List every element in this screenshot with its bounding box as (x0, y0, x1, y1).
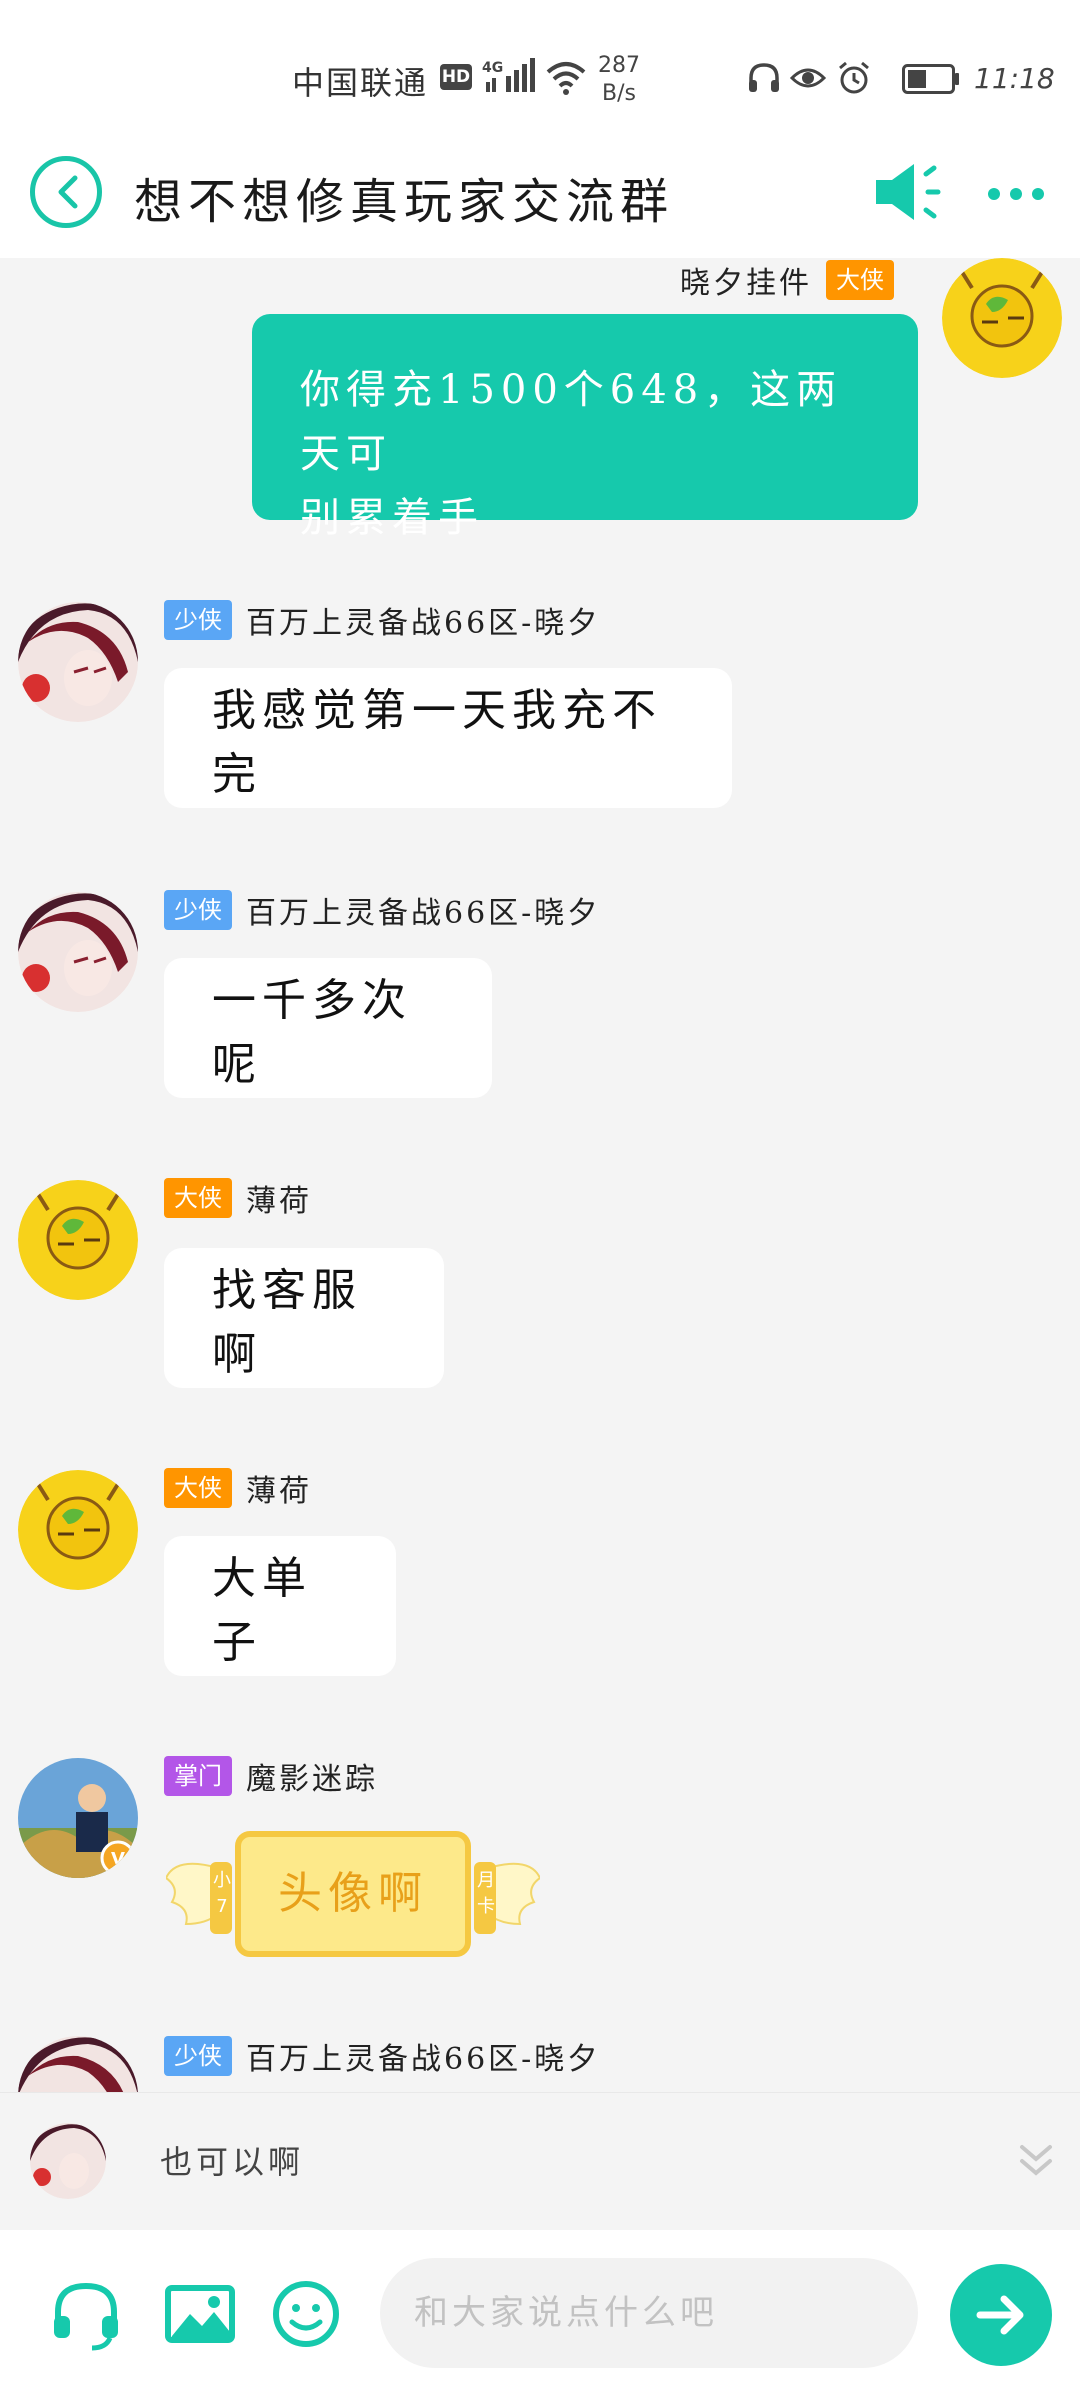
message-sender-row: 掌门 魔影迷踪 (164, 1754, 378, 1798)
message-text: 找客服啊 (212, 1265, 362, 1380)
image-icon[interactable] (162, 2276, 238, 2352)
latest-message-bar[interactable]: 也可以啊 (0, 2092, 1080, 2230)
rank-badge: 少侠 (164, 600, 232, 640)
avatar[interactable] (18, 892, 138, 1012)
hd-icon: HD (440, 64, 472, 90)
emoji-icon[interactable] (268, 2276, 344, 2352)
headset-icon (749, 63, 779, 92)
sender-name: 百万上灵备战66区-晓夕 (246, 2042, 601, 2077)
message-text: 大单子 (212, 1553, 312, 1668)
message-text-line: 别累着手 (300, 495, 484, 541)
message-bubble[interactable]: 一千多次呢 (164, 958, 492, 1098)
message-text: 我感觉第一天我充不完 (212, 685, 662, 800)
carrier-name: 中国联通 (292, 64, 429, 102)
page-title: 想不想修真玩家交流群 (134, 174, 675, 230)
sender-name: 百万上灵备战66区-晓夕 (246, 606, 601, 641)
message-sender-row: 晓夕挂件 大侠 (680, 258, 894, 302)
message-bubble-self[interactable]: 你得充1500个648，这两天可 别累着手 (252, 314, 918, 541)
decorated-message-bubble[interactable]: 小7 月卡 头像啊 (166, 1828, 540, 1958)
speaker-icon[interactable] (870, 152, 950, 232)
avatar[interactable] (18, 2036, 138, 2092)
avatar[interactable] (18, 602, 138, 722)
sender-name: 百万上灵备战66区-晓夕 (246, 896, 601, 931)
alarm-icon (839, 61, 869, 94)
rank-badge: 大侠 (164, 1178, 232, 1218)
message-text-line: 你得充1500个648，这两天可 (300, 367, 843, 477)
sender-name: 晓夕挂件 (680, 266, 812, 301)
network-speed: 287 B/s (598, 52, 640, 108)
latest-message-text: 也可以啊 (160, 2143, 305, 2181)
message-bubble[interactable]: 大单子 (164, 1536, 396, 1676)
avatar (30, 2123, 106, 2199)
message-text: 一千多次呢 (212, 975, 412, 1090)
chevron-left-icon (58, 175, 78, 209)
rank-badge: 大侠 (164, 1468, 232, 1508)
message-bubble[interactable]: 我感觉第一天我充不完 (164, 668, 732, 808)
message-sender-row: 少侠 百万上灵备战66区-晓夕 (164, 888, 600, 932)
arrow-right-icon (976, 2295, 1024, 2335)
eye-icon (790, 68, 826, 88)
clock: 11:18 (974, 62, 1055, 95)
chat-header: 想不想修真玩家交流群 (0, 140, 1080, 258)
avatar[interactable] (942, 258, 1062, 378)
network-speed-unit: B/s (602, 81, 636, 106)
avatar[interactable]: V (18, 1758, 138, 1878)
voice-chat-icon[interactable] (48, 2276, 124, 2352)
message-sender-row: 大侠 薄荷 (164, 1176, 312, 1220)
wifi-icon (546, 62, 586, 95)
more-icon[interactable] (984, 174, 1048, 214)
sender-name: 薄荷 (246, 1474, 312, 1509)
network-speed-value: 287 (598, 53, 640, 78)
send-button[interactable] (950, 2264, 1052, 2366)
card-right-tag: 月卡 (477, 1870, 495, 1917)
rank-badge: 大侠 (826, 260, 894, 300)
card-left-tag: 小7 (213, 1870, 231, 1917)
message-bubble[interactable]: 找客服啊 (164, 1248, 444, 1388)
rank-badge: 少侠 (164, 2036, 232, 2076)
sender-name: 薄荷 (246, 1184, 312, 1219)
input-bar (0, 2230, 1080, 2400)
avatar[interactable] (18, 1180, 138, 1300)
message-sender-row: 少侠 百万上灵备战66区-晓夕 (164, 598, 600, 642)
network-type: 4G (482, 60, 503, 76)
message-input[interactable] (380, 2258, 918, 2368)
sender-name: 魔影迷踪 (246, 1762, 378, 1797)
svg-text:V: V (111, 1849, 125, 1870)
chat-messages[interactable]: 晓夕挂件 大侠 你得充1500个648，这两天可 别累着手 少侠 百万上灵备战6… (0, 258, 1080, 2092)
avatar[interactable] (18, 1470, 138, 1590)
rank-badge: 掌门 (164, 1756, 232, 1796)
message-sender-row: 大侠 薄荷 (164, 1466, 312, 1510)
rank-badge: 少侠 (164, 890, 232, 930)
back-button[interactable] (30, 156, 102, 228)
message-text: 头像啊 (278, 1868, 428, 1919)
signal-icon: 4G (482, 58, 535, 92)
avatar-image: V (18, 1758, 138, 1878)
double-chevron-down-icon[interactable] (1014, 2139, 1058, 2183)
battery-icon (902, 64, 959, 94)
status-bar: 中国联通 HD 4G 287 B/s 11:18 (0, 0, 1080, 140)
message-sender-row: 少侠 百万上灵备战66区-晓夕 (164, 2034, 600, 2078)
